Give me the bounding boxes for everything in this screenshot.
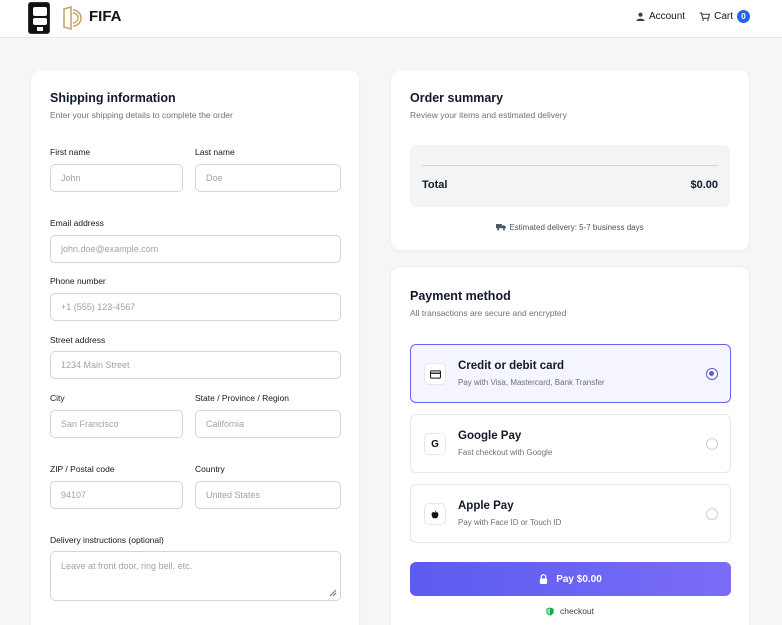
order-summary-card: Order summary Review your items and esti… xyxy=(390,69,750,251)
secure-checkout-note: checkout xyxy=(391,606,749,616)
secure-note-text: checkout xyxy=(559,606,595,616)
summary-subtitle: Review your items and estimated delivery xyxy=(410,110,567,120)
zip-input[interactable]: 94107 xyxy=(50,481,183,509)
payment-option-name: Google Pay xyxy=(458,430,522,442)
lock-icon xyxy=(540,574,548,584)
google-icon: G xyxy=(424,433,446,455)
header-nav: Account Cart 0 xyxy=(636,10,750,23)
last-name-input[interactable]: Doe xyxy=(195,164,341,192)
user-icon xyxy=(636,12,645,21)
shipping-subtitle: Enter your shipping details to complete … xyxy=(50,110,233,120)
brand-logo-icon xyxy=(63,6,82,30)
payment-option-card[interactable]: Credit or debit card Pay with Visa, Mast… xyxy=(410,344,731,403)
payment-card: Payment method All transactions are secu… xyxy=(390,266,750,625)
cart-link[interactable]: Cart 0 xyxy=(699,10,750,23)
phone-input[interactable]: +1 (555) 123-4567 xyxy=(50,293,341,321)
country-label: Country xyxy=(195,464,225,474)
payment-subtitle: All transactions are secure and encrypte… xyxy=(410,308,567,318)
cart-icon xyxy=(699,12,711,21)
brand-name: FIFA xyxy=(89,8,122,25)
payment-option-desc: Pay with Face ID or Touch ID xyxy=(458,518,562,527)
estimated-delivery: Estimated delivery: 5-7 business days xyxy=(391,223,749,232)
city-input[interactable]: San Francisco xyxy=(50,410,183,438)
top-header: FIFA Account Cart 0 xyxy=(0,0,782,38)
street-label: Street address xyxy=(50,335,106,345)
shipping-title: Shipping information xyxy=(50,91,176,105)
summary-title: Order summary xyxy=(410,91,504,105)
payment-option-apple-pay[interactable]: Apple Pay Pay with Face ID or Touch ID xyxy=(410,484,731,543)
last-name-label: Last name xyxy=(195,147,235,157)
payment-option-name: Credit or debit card xyxy=(458,360,565,372)
payment-option-desc: Fast checkout with Google xyxy=(458,448,553,457)
delivery-text: Estimated delivery: 5-7 business days xyxy=(509,223,644,232)
account-label: Account xyxy=(648,11,686,22)
payment-option-google-pay[interactable]: G Google Pay Fast checkout with Google xyxy=(410,414,731,473)
shipping-card: Shipping information Enter your shipping… xyxy=(30,69,360,625)
instructions-textarea[interactable]: Leave at front door, ring bell, etc. xyxy=(50,551,341,601)
email-label: Email address xyxy=(50,218,104,228)
instructions-placeholder: Leave at front door, ring bell, etc. xyxy=(61,561,193,571)
resize-handle-icon[interactable] xyxy=(329,589,337,597)
summary-divider xyxy=(422,165,718,166)
payment-radio-apple-pay[interactable] xyxy=(706,508,718,520)
payment-radio-card[interactable] xyxy=(706,368,718,380)
pay-button[interactable]: Pay $0.00 xyxy=(410,562,731,596)
pay-button-label: Pay $0.00 xyxy=(556,573,602,585)
total-label: Total xyxy=(422,179,448,191)
shield-icon xyxy=(546,607,554,616)
state-label: State / Province / Region xyxy=(195,393,290,403)
city-label: City xyxy=(50,393,65,403)
account-link[interactable]: Account xyxy=(636,11,685,22)
truck-icon xyxy=(496,224,507,231)
payment-option-desc: Pay with Visa, Mastercard, Bank Transfer xyxy=(458,378,605,387)
zip-label: ZIP / Postal code xyxy=(50,464,115,474)
apple-icon xyxy=(424,503,446,525)
instructions-label: Delivery instructions (optional) xyxy=(50,535,164,545)
phone-label: Phone number xyxy=(50,276,106,286)
cart-count-badge: 0 xyxy=(737,10,750,23)
total-value: $0.00 xyxy=(690,179,718,191)
payment-radio-google-pay[interactable] xyxy=(706,438,718,450)
country-input[interactable]: United States xyxy=(195,481,341,509)
payment-option-name: Apple Pay xyxy=(458,500,514,512)
credit-card-icon xyxy=(424,363,446,385)
trophy-logo-icon[interactable] xyxy=(28,2,50,34)
first-name-label: First name xyxy=(50,147,91,157)
first-name-input[interactable]: John xyxy=(50,164,183,192)
street-input[interactable]: 1234 Main Street xyxy=(50,351,341,379)
payment-title: Payment method xyxy=(410,289,511,303)
email-input[interactable]: john.doe@example.com xyxy=(50,235,341,263)
summary-totals-box: Total $0.00 xyxy=(410,145,730,207)
cart-label: Cart xyxy=(714,11,733,22)
state-input[interactable]: California xyxy=(195,410,341,438)
